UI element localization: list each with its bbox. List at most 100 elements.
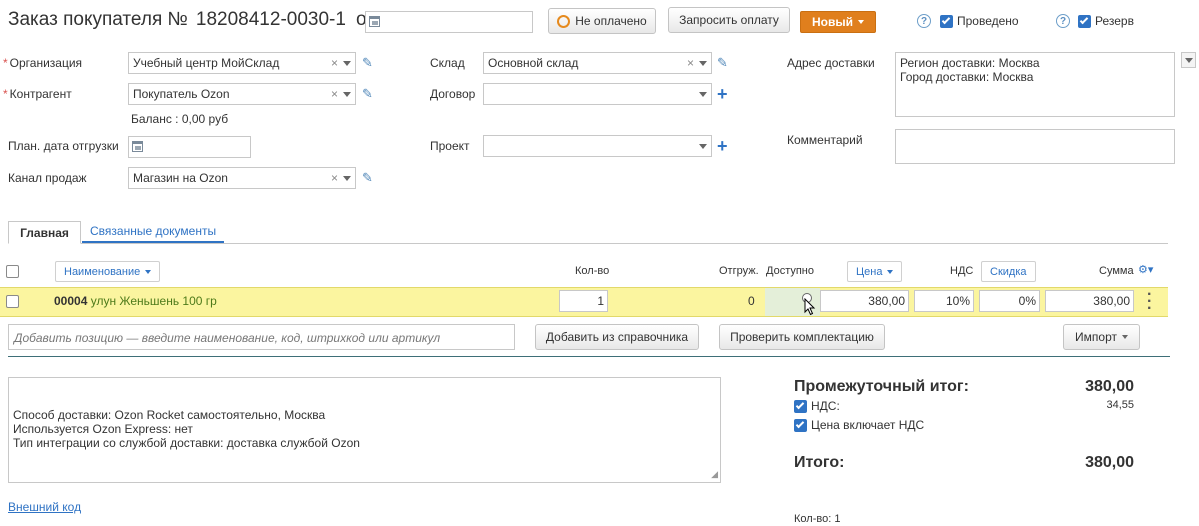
document-number: 18208412-0030-1 <box>195 9 346 30</box>
clear-icon[interactable]: × <box>331 171 338 185</box>
notes-line: Тип интеграции со службой доставки: дост… <box>13 436 360 450</box>
status-dropdown-button[interactable]: Новый <box>800 11 876 33</box>
project-label: Проект <box>430 139 470 153</box>
delivery-address-expand-button[interactable] <box>1181 52 1196 68</box>
checkbox-checked-icon[interactable] <box>1078 14 1091 28</box>
balance-text: Баланс : 0,00 руб <box>131 112 229 126</box>
column-sum-header: Сумма <box>1099 265 1134 277</box>
document-date-input[interactable] <box>365 11 533 33</box>
edit-pencil-icon[interactable]: ✎ <box>362 170 373 186</box>
notes-line: Способ доставки: Ozon Rocket самостоятел… <box>13 408 326 422</box>
payment-status-button[interactable]: Не оплачено <box>548 8 656 34</box>
comment-textarea[interactable] <box>895 129 1175 164</box>
calendar-icon[interactable] <box>132 141 143 152</box>
chevron-down-icon[interactable] <box>699 61 707 66</box>
row-price-input[interactable]: 380,00 <box>820 290 909 312</box>
add-position-input[interactable]: Добавить позицию — введите наименование,… <box>8 324 515 350</box>
row-checkbox[interactable] <box>6 295 19 308</box>
checkbox-checked-icon[interactable] <box>940 14 953 28</box>
tab-related-documents[interactable]: Связанные документы <box>82 221 225 243</box>
column-qty-header: Кол-во <box>575 265 610 277</box>
organization-label: * Организация <box>3 56 83 70</box>
edit-pencil-icon[interactable]: ✎ <box>362 55 373 71</box>
document-type: Заказ покупателя № <box>8 9 188 30</box>
column-settings-gear-icon[interactable]: ⚙▾ <box>1138 263 1153 276</box>
clear-icon[interactable]: × <box>687 56 694 70</box>
add-project-plus-icon[interactable]: + <box>717 137 728 155</box>
total-label: Итого: <box>794 454 845 471</box>
warehouse-select[interactable]: Основной склад × <box>483 52 712 74</box>
check-kit-button[interactable]: Проверить комплектацию <box>719 324 885 350</box>
row-product[interactable]: 00004 улун Женьшень 100 гр <box>54 294 217 308</box>
product-code: 00004 <box>54 294 88 308</box>
column-price-button[interactable]: Цена <box>847 261 903 282</box>
chevron-down-icon[interactable] <box>343 92 351 97</box>
row-qty-input[interactable]: 1 <box>559 290 608 312</box>
resize-grip-icon[interactable]: ◢ <box>711 467 718 481</box>
quantity-footer: Кол-во: 1 <box>794 513 841 525</box>
vat-value: 34,55 <box>1106 399 1134 411</box>
request-payment-button[interactable]: Запросить оплату <box>668 7 790 33</box>
sales-channel-select[interactable]: Магазин на Ozon × <box>128 167 356 189</box>
chevron-down-icon <box>145 269 152 274</box>
add-from-catalog-button[interactable]: Добавить из справочника <box>535 324 699 350</box>
row-discount-input[interactable]: 0% <box>979 290 1040 312</box>
ship-date-input[interactable] <box>128 136 251 158</box>
contract-label: Договор <box>430 87 476 101</box>
tabs-divider <box>8 243 1168 244</box>
reserve-checkbox[interactable]: Резерв <box>1078 14 1134 28</box>
delivery-address-line: Регион доставки: Москва <box>900 56 1040 70</box>
checkbox-checked-icon[interactable] <box>794 418 807 432</box>
add-contract-plus-icon[interactable]: + <box>717 85 728 103</box>
edit-pencil-icon[interactable]: ✎ <box>717 55 728 71</box>
import-dropdown-button[interactable]: Импорт <box>1063 324 1140 350</box>
product-name[interactable]: улун Женьшень 100 гр <box>91 294 217 308</box>
price-includes-vat-checkbox[interactable]: Цена включает НДС <box>794 418 924 432</box>
tab-main[interactable]: Главная <box>8 221 81 244</box>
notes-textarea[interactable]: Способ доставки: Ozon Rocket самостоятел… <box>8 377 721 483</box>
row-menu-kebab-icon[interactable]: · · · <box>1147 287 1152 317</box>
row-sum-input[interactable]: 380,00 <box>1045 290 1134 312</box>
chevron-down-icon <box>887 269 894 274</box>
chevron-down-icon[interactable] <box>343 61 351 66</box>
column-name-sort-button[interactable]: Наименование <box>55 261 161 282</box>
row-shipped-value: 0 <box>748 294 755 308</box>
row-vat-input[interactable]: 10% <box>914 290 974 312</box>
edit-pencil-icon[interactable]: ✎ <box>362 86 373 102</box>
help-icon[interactable]: ? <box>1056 14 1070 28</box>
calendar-icon[interactable] <box>369 16 380 27</box>
external-code-link[interactable]: Внешний код <box>8 500 81 514</box>
clear-icon[interactable]: × <box>331 56 338 70</box>
checkbox-checked-icon[interactable] <box>794 399 807 413</box>
delivery-address-label: Адрес доставки <box>787 56 875 70</box>
counterparty-label: * Контрагент <box>3 87 72 101</box>
delivery-address-textarea[interactable]: Регион доставки: Москва Город доставки: … <box>895 52 1175 117</box>
warehouse-label: Склад <box>430 56 465 70</box>
chevron-down-icon <box>1185 58 1193 63</box>
column-discount-button[interactable]: Скидка <box>981 261 1036 282</box>
mouse-cursor-icon <box>804 297 816 319</box>
column-shipped-header: Отгруж. <box>719 265 759 277</box>
chevron-down-icon[interactable] <box>699 92 707 97</box>
project-select[interactable] <box>483 135 712 157</box>
delivery-address-line: Город доставки: Москва <box>900 70 1034 84</box>
total-value: 380,00 <box>1085 454 1134 471</box>
counterparty-select[interactable]: Покупатель Ozon × <box>128 83 356 105</box>
organization-select[interactable]: Учебный центр МойСклад × <box>128 52 356 74</box>
unpaid-circle-icon <box>557 14 571 28</box>
column-available-header: Доступно <box>766 265 815 277</box>
posted-checkbox[interactable]: Проведено <box>940 14 1019 28</box>
contract-select[interactable] <box>483 83 712 105</box>
vat-checkbox[interactable]: НДС: <box>794 399 840 413</box>
comment-label: Комментарий <box>787 133 863 147</box>
clear-icon[interactable]: × <box>331 87 338 101</box>
ship-date-label: План. дата отгрузки <box>8 139 119 153</box>
help-icon[interactable]: ? <box>917 14 931 28</box>
chevron-down-icon[interactable] <box>343 176 351 181</box>
select-all-checkbox[interactable] <box>6 265 19 278</box>
notes-line: Используется Ozon Express: нет <box>13 422 193 436</box>
sales-channel-label: Канал продаж <box>8 171 87 185</box>
chevron-down-icon <box>1121 335 1128 339</box>
chevron-down-icon[interactable] <box>699 144 707 149</box>
page-title: Заказ покупателя №18208412-0030-1от <box>8 9 375 31</box>
